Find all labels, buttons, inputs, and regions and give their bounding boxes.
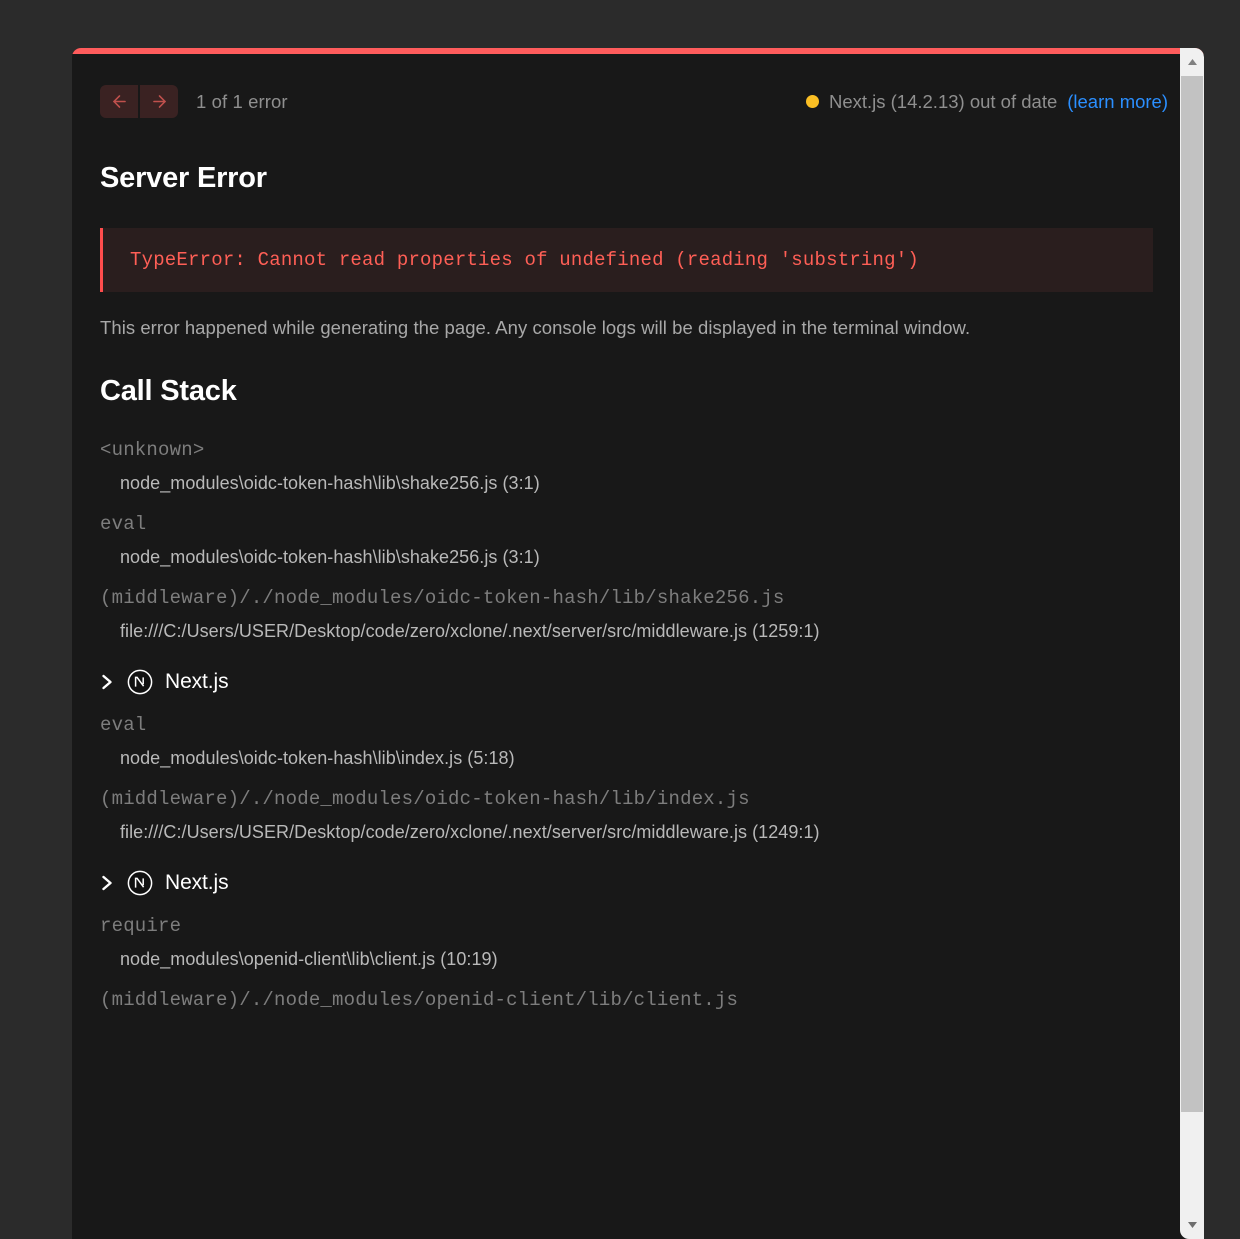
scroll-down-button[interactable] (1180, 1211, 1204, 1239)
next-error-button[interactable] (140, 85, 178, 118)
call-stack-group-toggle[interactable]: Next.js (100, 669, 229, 695)
call-stack-list: <unknown> node_modules\oidc-token-hash\li… (100, 420, 1176, 1011)
call-stack-frame-location[interactable]: node_modules\openid-client\lib\client.js… (120, 949, 1176, 970)
chevron-right-icon (100, 672, 115, 692)
call-stack-frame[interactable]: eval node_modules\oidc-token-hash\lib\sha… (100, 494, 1176, 568)
page-title: Server Error (100, 162, 267, 194)
call-stack-frame[interactable]: require node_modules\openid-client\lib\cl… (100, 896, 1176, 970)
call-stack-frame-function: require (100, 915, 182, 937)
call-stack-frame-function: eval (100, 714, 147, 736)
scrollbar-track[interactable] (1180, 76, 1204, 1211)
version-status: Next.js (14.2.13) out of date (learn mor… (805, 90, 1168, 113)
call-stack-frame-location[interactable]: node_modules\oidc-token-hash\lib\index.j… (120, 748, 1176, 769)
call-stack-frame-function: eval (100, 513, 147, 535)
call-stack-frame-function: (middleware)/./node_modules/oidc-token-h… (100, 587, 785, 609)
scrollbar-thumb[interactable] (1181, 76, 1203, 1112)
call-stack-frame-location[interactable]: node_modules\oidc-token-hash\lib\shake25… (120, 473, 1176, 494)
error-message-text: TypeError: Cannot read properties of und… (130, 249, 919, 271)
triangle-down-icon (1187, 1216, 1198, 1234)
dialog-body: 1 of 1 error Next.js (14.2.13) out of da… (72, 54, 1204, 1239)
call-stack-group-toggle[interactable]: Next.js (100, 870, 229, 896)
call-stack-frame-location[interactable]: node_modules\oidc-token-hash\lib\shake25… (120, 547, 1176, 568)
call-stack-group-label: Next.js (165, 871, 229, 894)
status-dot-icon (805, 95, 819, 108)
arrow-left-icon (110, 92, 129, 111)
scroll-up-button[interactable] (1180, 48, 1204, 76)
call-stack-frame[interactable]: (middleware)/./node_modules/oidc-token-h… (100, 568, 1176, 642)
previous-error-button[interactable] (100, 85, 138, 118)
error-count-label: 1 of 1 error (196, 90, 288, 112)
learn-more-link[interactable]: (learn more) (1067, 91, 1168, 113)
vertical-scrollbar[interactable] (1180, 48, 1204, 1239)
call-stack-group-label: Next.js (165, 670, 229, 693)
error-dialog: 1 of 1 error Next.js (14.2.13) out of da… (72, 48, 1204, 1239)
chevron-right-icon (100, 873, 115, 893)
call-stack-frame-location[interactable]: file:///C:/Users/USER/Desktop/code/zero/… (120, 822, 1176, 843)
call-stack-frame[interactable]: <unknown> node_modules\oidc-token-hash\li… (100, 420, 1176, 494)
call-stack-frame-function: (middleware)/./node_modules/oidc-token-h… (100, 788, 750, 810)
nextjs-logo-icon (127, 669, 153, 695)
version-status-label: Next.js (14.2.13) out of date (828, 90, 1058, 112)
nextjs-error-overlay: 1 of 1 error Next.js (14.2.13) out of da… (72, 48, 1204, 1239)
call-stack-frame-function: (middleware)/./node_modules/openid-clien… (100, 989, 739, 1011)
overlay-header: 1 of 1 error Next.js (14.2.13) out of da… (100, 54, 1176, 118)
error-navigation: 1 of 1 error (100, 85, 288, 118)
nextjs-logo-icon (127, 870, 153, 896)
triangle-up-icon (1187, 53, 1198, 71)
call-stack-frame[interactable]: (middleware)/./node_modules/openid-clien… (100, 970, 1176, 1011)
call-stack-frame-location[interactable]: file:///C:/Users/USER/Desktop/code/zero/… (120, 621, 1176, 642)
error-description: This error happened while generating the… (100, 317, 971, 338)
nav-button-group (100, 85, 178, 118)
call-stack-frame[interactable]: eval node_modules\oidc-token-hash\lib\ind… (100, 695, 1176, 769)
error-message-banner: TypeError: Cannot read properties of und… (100, 228, 1153, 292)
call-stack-title: Call Stack (100, 375, 237, 407)
call-stack-frame[interactable]: (middleware)/./node_modules/oidc-token-h… (100, 769, 1176, 843)
arrow-right-icon (150, 92, 169, 111)
call-stack-frame-function: <unknown> (100, 439, 205, 461)
